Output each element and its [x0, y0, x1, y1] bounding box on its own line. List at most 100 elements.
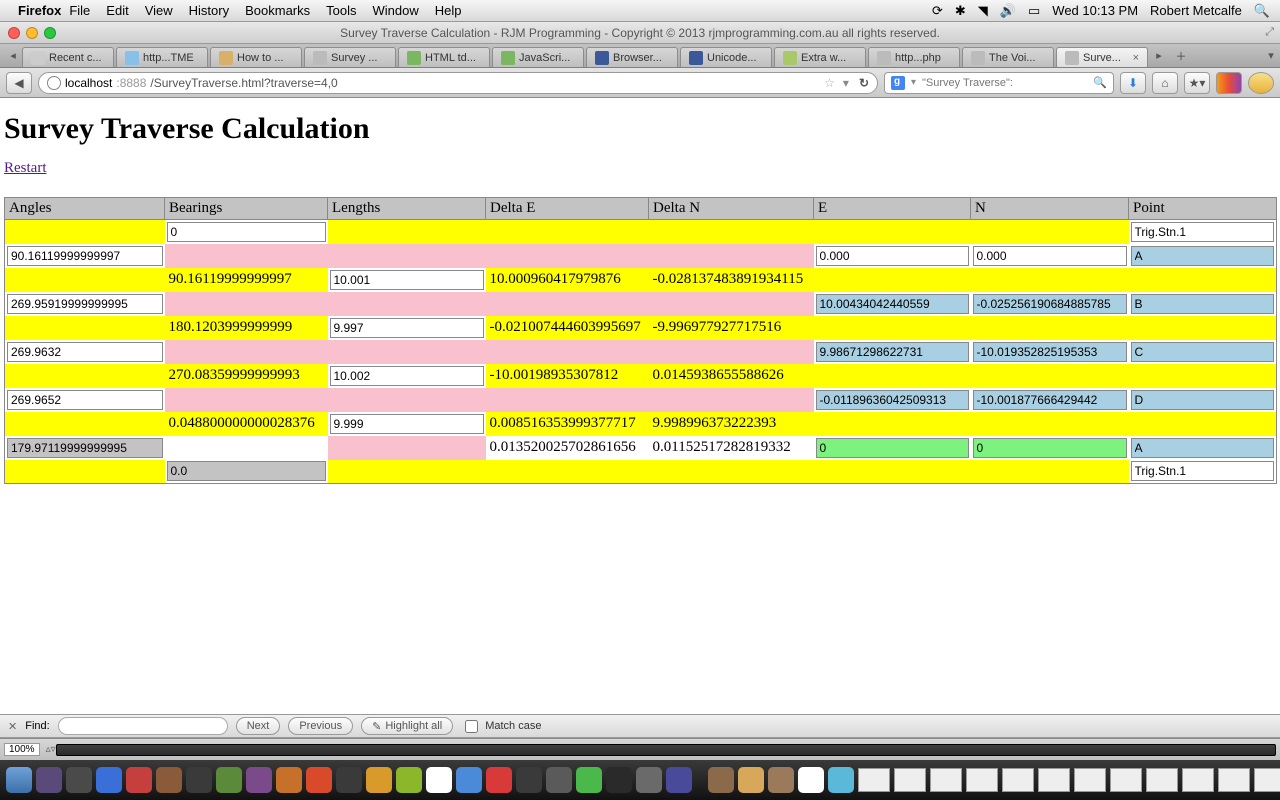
- tab[interactable]: JavaScri...: [492, 47, 584, 67]
- download-button[interactable]: ⬇: [1120, 72, 1146, 94]
- battery-icon[interactable]: ▭: [1028, 3, 1040, 19]
- minimized-window[interactable]: [858, 768, 890, 792]
- angle-input[interactable]: [7, 342, 163, 362]
- minimized-window[interactable]: [1182, 768, 1214, 792]
- safari-icon[interactable]: [96, 767, 122, 793]
- tab[interactable]: http...php: [868, 47, 960, 67]
- angle-input[interactable]: [7, 390, 163, 410]
- minimized-window[interactable]: [1038, 768, 1070, 792]
- highlight-all-button[interactable]: ✎Highlight all: [361, 717, 453, 735]
- reload-icon[interactable]: ↻: [859, 76, 869, 90]
- match-case-checkbox[interactable]: [465, 720, 478, 733]
- fullscreen-icon[interactable]: ⤢: [1265, 26, 1274, 39]
- tab[interactable]: Extra w...: [774, 47, 866, 67]
- e-input[interactable]: [816, 390, 969, 410]
- close-findbar-button[interactable]: ✕: [8, 720, 17, 733]
- app-icon[interactable]: [516, 767, 542, 793]
- minimized-window[interactable]: [1218, 768, 1250, 792]
- finder-icon[interactable]: [6, 767, 32, 793]
- wifi-icon[interactable]: ◥: [978, 3, 988, 19]
- point-input[interactable]: [1131, 390, 1275, 410]
- search-icon[interactable]: 🔍: [1093, 76, 1107, 89]
- point-input[interactable]: [1131, 294, 1275, 314]
- match-case-toggle[interactable]: Match case: [461, 717, 541, 736]
- minimized-window[interactable]: [1146, 768, 1178, 792]
- tab[interactable]: Unicode...: [680, 47, 772, 67]
- app-icon[interactable]: [666, 767, 692, 793]
- app-icon[interactable]: [456, 767, 482, 793]
- minimized-window[interactable]: [1074, 768, 1106, 792]
- n-input[interactable]: [973, 342, 1127, 362]
- search-bar[interactable]: ▾ "Survey Traverse": 🔍: [884, 72, 1114, 94]
- horizontal-scrollbar[interactable]: [56, 744, 1276, 756]
- search-engine-dropdown[interactable]: ▾: [911, 77, 916, 88]
- bearing-input[interactable]: [167, 222, 326, 242]
- bookmark-star-icon[interactable]: ☆: [824, 76, 835, 90]
- app-icon[interactable]: [546, 767, 572, 793]
- find-previous-button[interactable]: Previous: [288, 717, 353, 735]
- folder-icon[interactable]: [708, 767, 734, 793]
- colorzilla-button[interactable]: [1216, 72, 1242, 94]
- app-icon[interactable]: [396, 767, 422, 793]
- document-icon[interactable]: [798, 767, 824, 793]
- menu-window[interactable]: Window: [373, 3, 419, 18]
- n-input[interactable]: [973, 438, 1127, 458]
- app-icon[interactable]: [216, 767, 242, 793]
- bluetooth-icon[interactable]: ✱: [955, 3, 966, 19]
- site-identity-icon[interactable]: [47, 76, 61, 90]
- point-input[interactable]: [1131, 438, 1275, 458]
- app-icon[interactable]: [126, 767, 152, 793]
- tab-scroll-left[interactable]: ◂: [4, 44, 22, 67]
- close-tab-icon[interactable]: ×: [1133, 52, 1139, 64]
- folder-icon[interactable]: [738, 767, 764, 793]
- menu-help[interactable]: Help: [435, 3, 462, 18]
- new-tab-button[interactable]: ＋: [1170, 44, 1192, 67]
- point-input[interactable]: [1131, 222, 1275, 242]
- tab[interactable]: HTML td...: [398, 47, 490, 67]
- spotlight-icon[interactable]: 🔍: [1254, 3, 1270, 19]
- tab[interactable]: The Voi...: [962, 47, 1054, 67]
- home-button[interactable]: ⌂: [1152, 72, 1178, 94]
- tab[interactable]: Browser...: [586, 47, 678, 67]
- user-name[interactable]: Robert Metcalfe: [1150, 3, 1242, 18]
- angle-input[interactable]: [7, 294, 163, 314]
- opera-icon[interactable]: [486, 767, 512, 793]
- angle-input[interactable]: [7, 438, 163, 458]
- restart-link[interactable]: Restart: [4, 160, 47, 176]
- zoom-level[interactable]: 100%: [4, 743, 40, 756]
- back-button[interactable]: ◀: [6, 72, 32, 94]
- minimized-window[interactable]: [1002, 768, 1034, 792]
- minimized-window[interactable]: [1110, 768, 1142, 792]
- e-input[interactable]: [816, 342, 969, 362]
- app-name[interactable]: Firefox: [18, 3, 61, 18]
- folder-icon[interactable]: [828, 767, 854, 793]
- length-input[interactable]: [330, 318, 484, 338]
- e-input[interactable]: [816, 246, 969, 266]
- n-input[interactable]: [973, 294, 1127, 314]
- menu-bookmarks[interactable]: Bookmarks: [245, 3, 310, 18]
- find-next-button[interactable]: Next: [236, 717, 281, 735]
- app-icon[interactable]: [246, 767, 272, 793]
- minimized-window[interactable]: [930, 768, 962, 792]
- n-input[interactable]: [973, 246, 1127, 266]
- app-icon[interactable]: [36, 767, 62, 793]
- tab[interactable]: http...TME: [116, 47, 208, 67]
- timemachine-icon[interactable]: ⟳: [932, 3, 943, 19]
- tab-list-button[interactable]: ▾: [1262, 44, 1280, 67]
- menu-history[interactable]: History: [189, 3, 229, 18]
- angle-input[interactable]: [7, 246, 163, 266]
- minimized-window[interactable]: [966, 768, 998, 792]
- window-close-button[interactable]: [8, 27, 20, 39]
- app-icon[interactable]: [156, 767, 182, 793]
- e-input[interactable]: [816, 438, 969, 458]
- tab[interactable]: Survey ...: [304, 47, 396, 67]
- volume-icon[interactable]: 🔊: [1000, 3, 1016, 19]
- extension-button[interactable]: [1248, 72, 1274, 94]
- minimized-window[interactable]: [1254, 768, 1280, 792]
- menu-tools[interactable]: Tools: [326, 3, 356, 18]
- app-icon[interactable]: [66, 767, 92, 793]
- length-input[interactable]: [330, 270, 484, 290]
- app-icon[interactable]: [576, 767, 602, 793]
- point-input[interactable]: [1131, 342, 1275, 362]
- bookmarks-menu-button[interactable]: ★▾: [1184, 72, 1210, 94]
